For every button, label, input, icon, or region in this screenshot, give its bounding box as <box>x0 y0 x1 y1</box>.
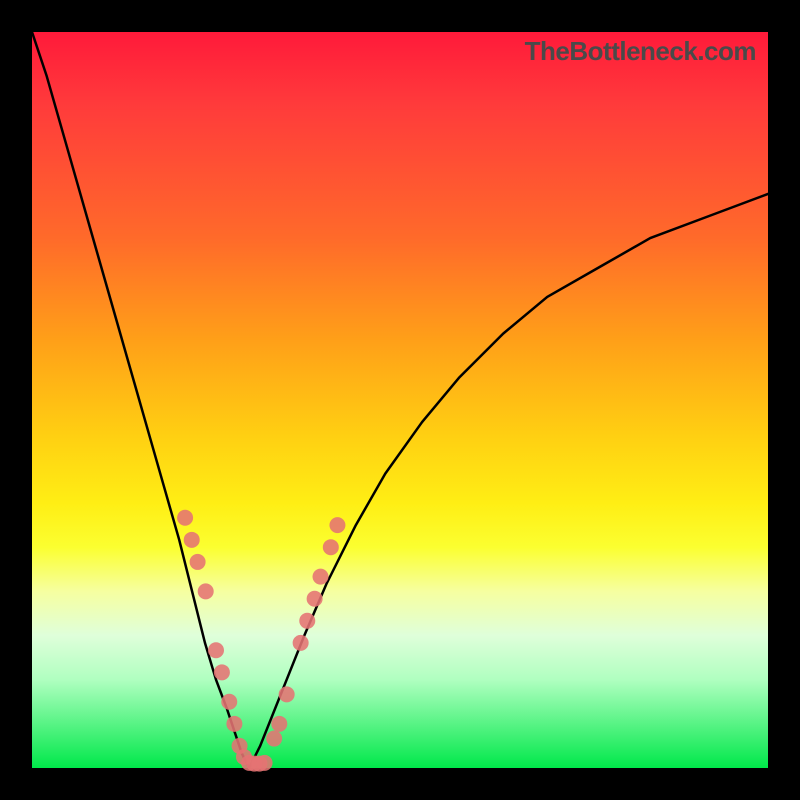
marker-group <box>177 510 345 772</box>
marker-dot <box>177 510 193 526</box>
chart-svg <box>32 32 768 768</box>
marker-dot <box>329 517 345 533</box>
plot-area: TheBottleneck.com <box>32 32 768 768</box>
marker-dot <box>307 591 323 607</box>
marker-dot <box>208 642 224 658</box>
marker-dot <box>221 694 237 710</box>
marker-dot <box>214 664 230 680</box>
marker-dot <box>190 554 206 570</box>
marker-dot <box>184 532 200 548</box>
curve-right-curve <box>249 194 768 768</box>
marker-dot <box>271 716 287 732</box>
marker-dot <box>313 569 329 585</box>
marker-dot <box>279 686 295 702</box>
marker-dot <box>293 635 309 651</box>
curve-group <box>32 32 768 768</box>
marker-dot <box>299 613 315 629</box>
marker-dot <box>323 539 339 555</box>
chart-container: TheBottleneck.com <box>0 0 800 800</box>
marker-dot <box>226 716 242 732</box>
marker-dot <box>266 731 282 747</box>
marker-dot <box>257 755 273 771</box>
marker-dot <box>198 583 214 599</box>
